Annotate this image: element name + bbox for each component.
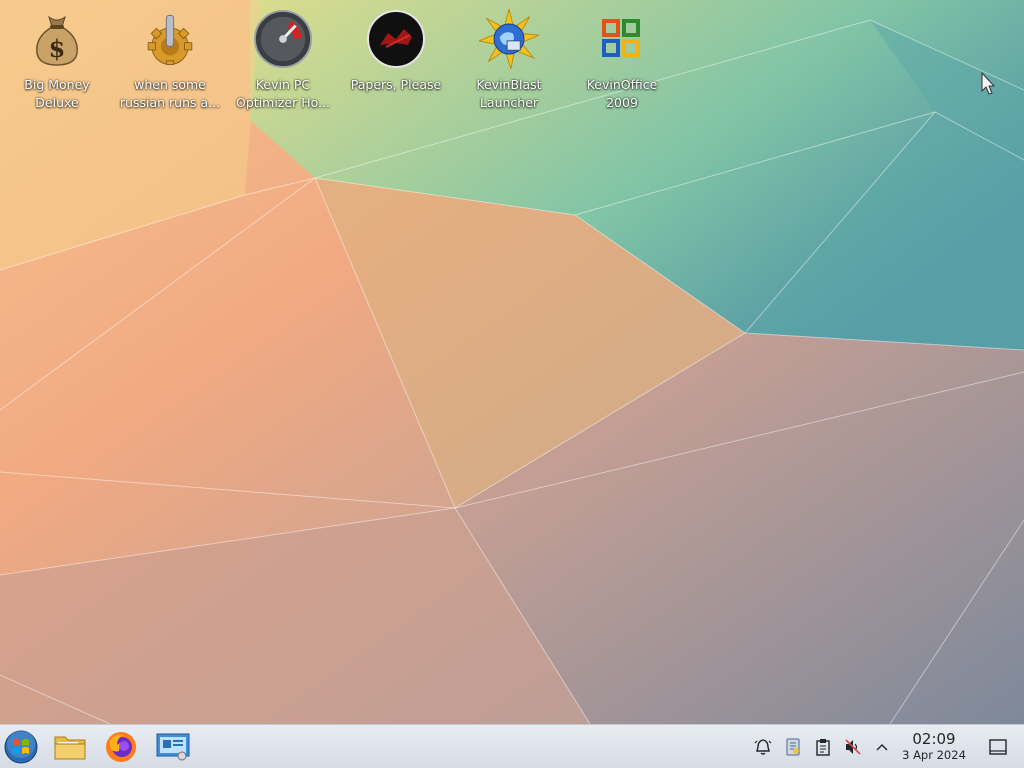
folder-icon	[54, 736, 86, 760]
desktop-icon-label: Kevin PC Optimizer Ho...	[236, 77, 330, 110]
desktop-icon-papers-please[interactable]: Papers, Please	[340, 8, 452, 118]
clock-time: 02:09	[912, 730, 956, 748]
svg-text:$: $	[49, 34, 66, 63]
desktop-icon-label: Big Money Deluxe	[24, 77, 90, 110]
gear-joystick-icon	[140, 8, 200, 70]
money-bag-icon: $	[27, 8, 87, 70]
desktop-icon-kevinblast-launcher[interactable]: KevinBlast Launcher	[453, 8, 565, 118]
desktop-icon-label: when some russian runs a...	[119, 77, 221, 110]
tray-expand-button[interactable]	[872, 737, 892, 757]
desktop-icon-label: Papers, Please	[350, 77, 442, 92]
desktop-icon-russian-game[interactable]: when some russian runs a...	[114, 8, 226, 118]
show-desktop-icon	[989, 739, 1007, 755]
tray-expand-chevron-icon	[876, 744, 888, 751]
file-manager-launcher[interactable]	[52, 729, 88, 765]
clipboard-button[interactable]	[813, 737, 833, 757]
volume-button[interactable]	[843, 737, 863, 757]
show-desktop-button[interactable]	[984, 733, 1012, 761]
clipboard-tag-icon	[786, 738, 800, 756]
system-settings-launcher[interactable]	[155, 729, 191, 765]
desktop-icon-label: KevinBlast Launcher	[476, 77, 542, 110]
firefox-icon	[106, 732, 136, 762]
start-button[interactable]	[3, 729, 39, 765]
notifications-button[interactable]	[753, 737, 773, 757]
desktop-icon-kevinoffice-2009[interactable]: KevinOffice 2009	[566, 8, 678, 118]
volume-muted-icon	[845, 739, 861, 755]
desktop-icons: $ Big Money Deluxe when some russian run…	[0, 0, 1024, 130]
desktop-icon-big-money-deluxe[interactable]: $ Big Money Deluxe	[1, 8, 113, 118]
globe-starburst-icon	[479, 8, 539, 70]
firefox-launcher[interactable]	[103, 729, 139, 765]
windows-orb-icon	[4, 730, 38, 764]
speedometer-icon	[253, 8, 313, 70]
mouse-pointer-icon	[981, 72, 996, 95]
office-logo-icon	[592, 8, 652, 70]
papers-please-icon	[366, 8, 426, 70]
taskbar: 02:09 3 Apr 2024	[0, 724, 1024, 768]
notifications-bell-icon	[754, 739, 772, 755]
control-panel-icon	[156, 733, 190, 761]
desktop-icon-kevin-pc-optimizer[interactable]: Kevin PC Optimizer Ho...	[227, 8, 339, 118]
clipboard-tag-tray[interactable]	[783, 737, 803, 757]
desktop-icon-label: KevinOffice 2009	[586, 77, 658, 110]
clipboard-icon	[816, 739, 830, 756]
clock-date: 3 Apr 2024	[902, 748, 966, 762]
digital-clock[interactable]: 02:09 3 Apr 2024	[894, 730, 974, 762]
